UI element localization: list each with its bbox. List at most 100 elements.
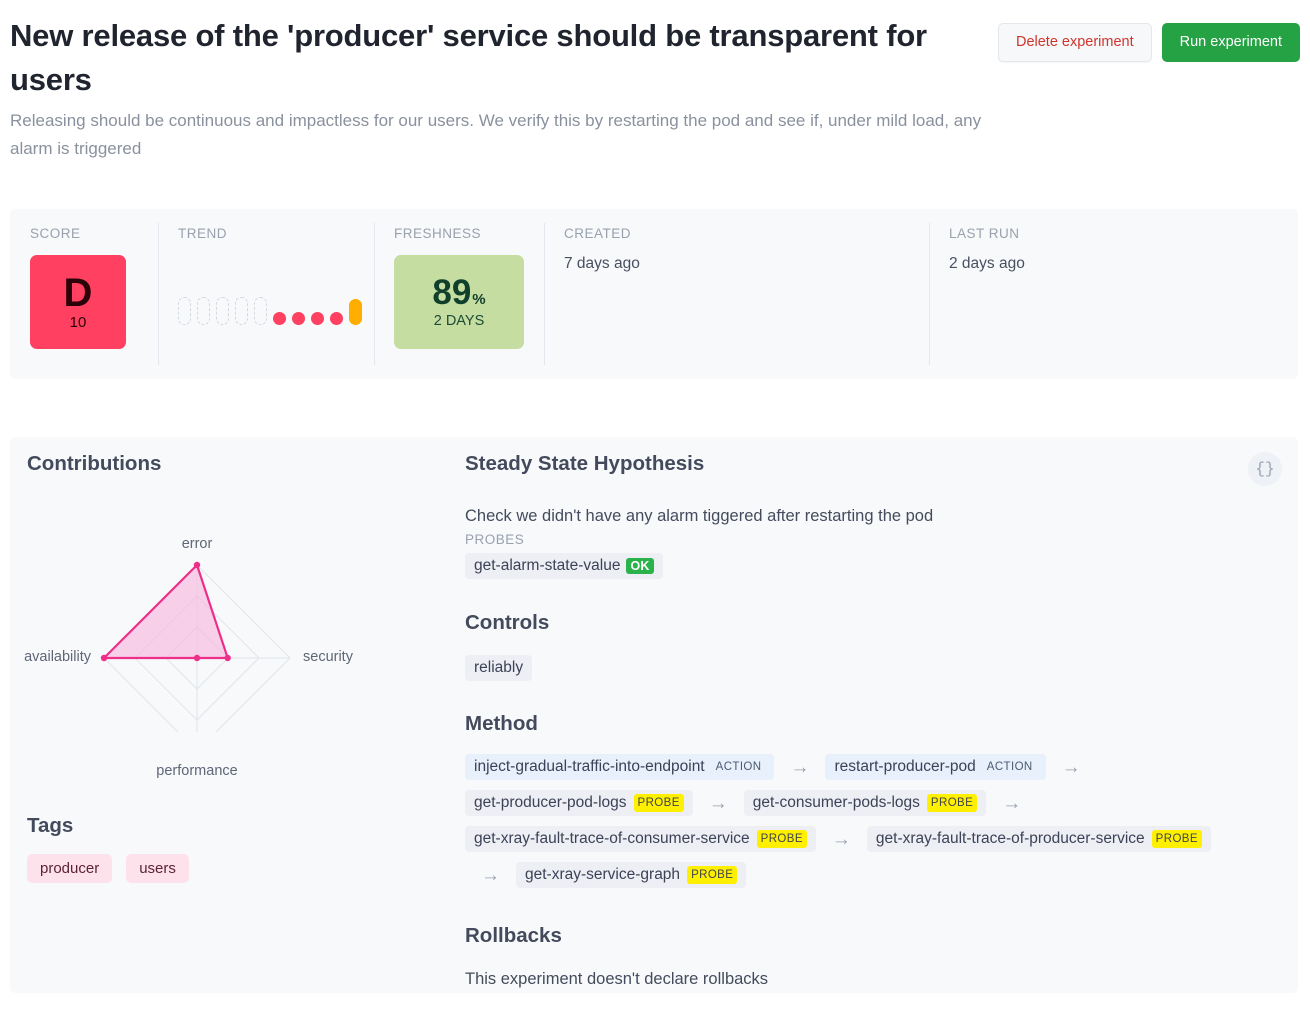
method-step-kind-badge: PROBE xyxy=(926,794,978,812)
method-flow-arrow: → xyxy=(790,756,810,778)
trend-empty-slot xyxy=(235,297,248,325)
method-flow-arrow: → xyxy=(481,864,500,886)
steady-state-heading: Steady State Hypothesis xyxy=(465,452,705,475)
freshness-days: 2 DAYS xyxy=(433,313,485,329)
method-step-name: get-xray-service-graph xyxy=(525,866,681,883)
header-actions: Delete experiment Run experiment xyxy=(997,23,1300,63)
radar-series-area xyxy=(102,563,229,660)
stat-created: CREATED 7 days ago xyxy=(544,209,929,379)
method-flow-arrow: → xyxy=(831,828,851,850)
probe-chip[interactable]: get-alarm-state-value OK xyxy=(465,553,663,579)
trend-empty-slot xyxy=(216,297,229,325)
run-experiment-button[interactable]: Run experiment xyxy=(1161,23,1300,63)
stat-freshness: FRESHNESS 89 % 2 DAYS xyxy=(374,209,544,379)
freshness-badge: 89 % 2 DAYS xyxy=(394,255,524,349)
method-step-kind-badge: ACTION xyxy=(982,758,1037,776)
freshness-label: FRESHNESS xyxy=(394,226,482,241)
trend-dot xyxy=(311,312,324,325)
method-step[interactable]: get-producer-pod-logs PROBE xyxy=(465,790,693,816)
steady-state-probe-list: get-alarm-state-value OK xyxy=(465,547,1265,579)
method-step-name: inject-gradual-traffic-into-endpoint xyxy=(474,758,705,775)
trend-empty-slot xyxy=(197,297,210,325)
method-step-name: restart-producer-pod xyxy=(834,758,976,775)
contributions-heading: Contributions xyxy=(27,452,162,475)
radar-svg xyxy=(100,561,291,752)
radar-data-point xyxy=(224,654,231,662)
page-subtitle: Releasing should be continuous and impac… xyxy=(10,111,982,158)
method-step-kind-badge: PROBE xyxy=(633,794,684,812)
method-flow-arrow: → xyxy=(1061,756,1081,778)
radar-axis-label-error: error xyxy=(181,536,213,552)
method-step[interactable]: get-xray-fault-trace-of-producer-service… xyxy=(866,826,1211,852)
experiment-detail-card: Contributions error security performance… xyxy=(10,437,1298,993)
trend-dot xyxy=(330,312,343,325)
page-title: New release of the 'producer' service sh… xyxy=(10,18,927,98)
radar-data-point xyxy=(100,654,108,662)
method-flow-arrow: → xyxy=(1002,792,1022,814)
method-step-kind-badge: PROBE xyxy=(687,866,738,884)
freshness-percent-symbol: % xyxy=(472,291,486,308)
created-value: 7 days ago xyxy=(564,255,640,272)
radar-axis-label-security: security xyxy=(303,649,353,665)
experiment-definition-column: Steady State Hypothesis Check we didn't … xyxy=(465,452,1265,1006)
tags-section: Tags producer users xyxy=(27,814,427,883)
view-json-button[interactable]: {} xyxy=(1248,452,1282,486)
trend-label: TREND xyxy=(178,226,227,241)
probe-name: get-alarm-state-value xyxy=(474,557,621,574)
probes-label: PROBES xyxy=(465,532,525,547)
radar-data-point xyxy=(193,654,201,662)
last-run-value: 2 days ago xyxy=(949,255,1025,272)
rollbacks-message: This experiment doesn't declare rollback… xyxy=(465,970,769,988)
trend-dot xyxy=(292,312,305,325)
method-step-flow: inject-gradual-traffic-into-endpoint ACTI… xyxy=(465,749,1255,893)
tags-heading: Tags xyxy=(27,814,74,837)
freshness-percent: 89 xyxy=(432,273,472,312)
trend-dot xyxy=(273,312,286,325)
steady-state-description: Check we didn't have any alarm tiggered … xyxy=(465,507,934,525)
stat-score: SCORE D 10 xyxy=(10,209,158,379)
tags-list: producer users xyxy=(27,854,427,883)
freshness-percent-row: 89 % xyxy=(432,275,485,310)
method-step-kind-badge: ACTION xyxy=(711,758,766,776)
probe-status-badge: OK xyxy=(626,558,654,574)
radar-axis-label-availability: availability xyxy=(24,649,91,665)
rollbacks-heading: Rollbacks xyxy=(465,924,562,947)
method-step[interactable]: get-xray-fault-trace-of-consumer-service… xyxy=(465,826,816,852)
trend-sparkline xyxy=(178,255,374,349)
method-step-name: get-xray-fault-trace-of-consumer-service xyxy=(474,830,750,847)
method-step-name: get-producer-pod-logs xyxy=(474,794,627,811)
radar-data-point xyxy=(193,561,201,569)
contributions-column: Contributions error security performance… xyxy=(24,452,447,779)
score-label: SCORE xyxy=(30,226,81,241)
radar-axis-label-performance: performance xyxy=(156,763,238,779)
method-step-name: get-consumer-pods-logs xyxy=(752,794,920,811)
method-step-kind-badge: PROBE xyxy=(1151,830,1202,848)
controls-list: reliably xyxy=(465,641,1265,681)
last-run-label: LAST RUN xyxy=(949,226,1020,241)
method-step[interactable]: restart-producer-pod ACTION xyxy=(825,754,1046,780)
stats-panel: SCORE D 10 TREND FRESHNESS 89 % 2 DAYS C… xyxy=(10,209,1298,379)
method-step[interactable]: get-xray-service-graph PROBE xyxy=(516,862,747,888)
contributions-radar-chart: error security performance availability xyxy=(24,482,427,779)
score-grade: D xyxy=(63,270,93,315)
tag-chip[interactable]: producer xyxy=(27,854,113,883)
method-heading: Method xyxy=(465,712,538,735)
stat-last-run: LAST RUN 2 days ago xyxy=(929,209,1298,379)
delete-experiment-button[interactable]: Delete experiment xyxy=(997,23,1152,63)
controls-heading: Controls xyxy=(465,611,550,634)
stat-trend: TREND xyxy=(158,209,374,379)
trend-current-pill xyxy=(349,299,362,325)
score-badge: D 10 xyxy=(30,255,126,349)
created-label: CREATED xyxy=(564,226,632,241)
trend-empty-slot xyxy=(178,297,191,325)
score-value: 10 xyxy=(69,313,87,331)
method-flow-arrow: → xyxy=(708,792,728,814)
method-step[interactable]: inject-gradual-traffic-into-endpoint ACTI… xyxy=(465,754,775,780)
trend-empty-slot xyxy=(254,297,267,325)
page-header: New release of the 'producer' service sh… xyxy=(0,0,1310,162)
tag-chip[interactable]: users xyxy=(126,854,189,883)
method-step-name: get-xray-fault-trace-of-producer-service xyxy=(875,830,1145,847)
control-chip[interactable]: reliably xyxy=(465,655,533,681)
method-step[interactable]: get-consumer-pods-logs PROBE xyxy=(743,790,987,816)
method-step-kind-badge: PROBE xyxy=(756,830,807,848)
